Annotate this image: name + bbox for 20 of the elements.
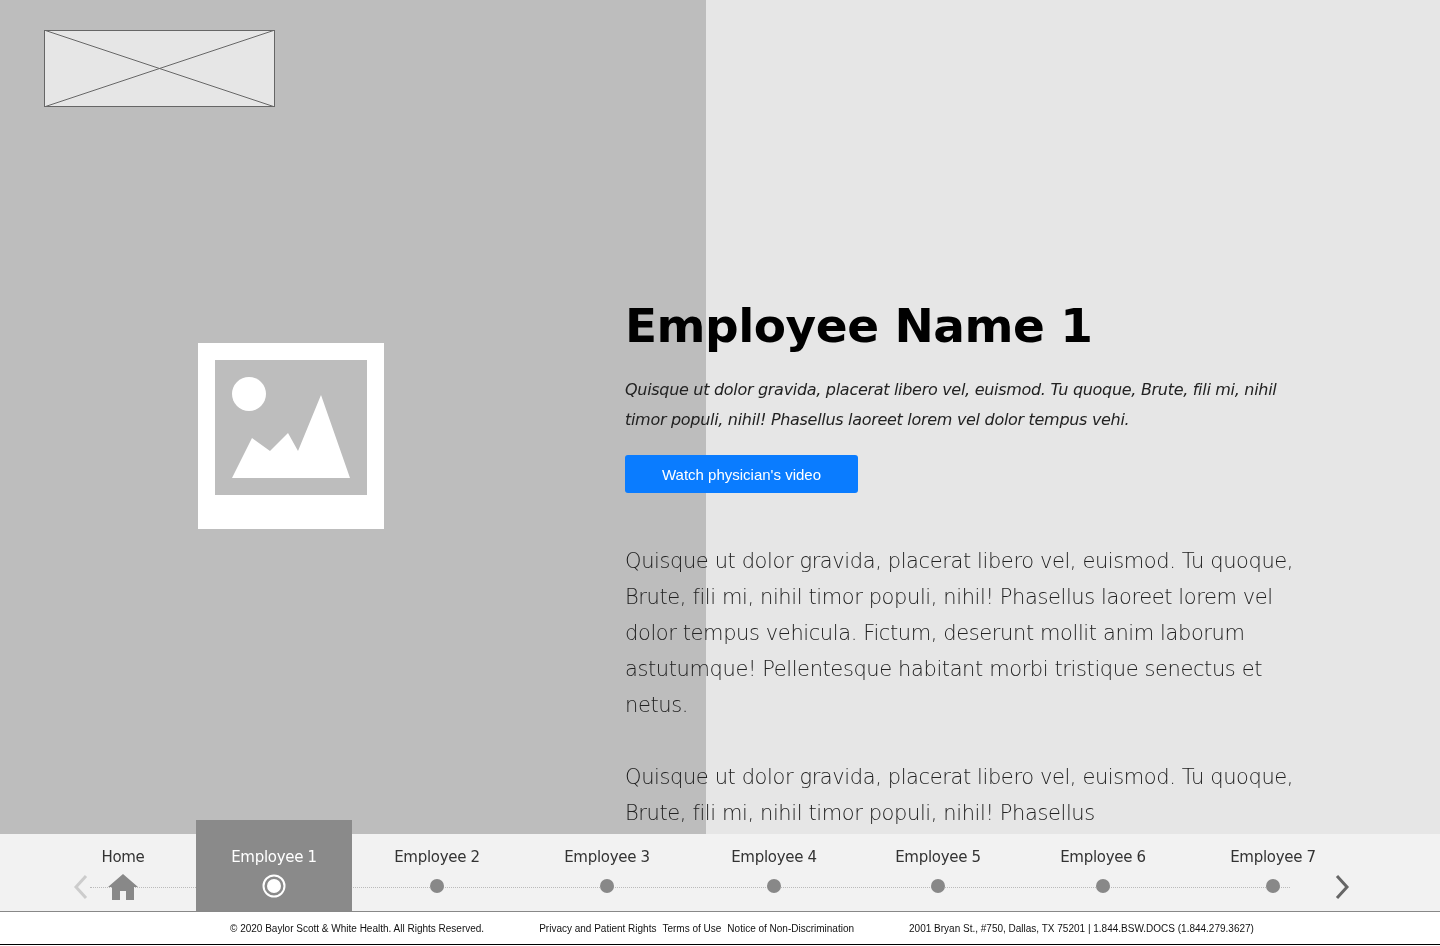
image-placeholder-icon: [198, 343, 384, 529]
nav-tab[interactable]: Home: [50, 834, 196, 911]
summary-text: Quisque ut dolor gravida, placerat libero vel, euismod. Tu quoque, Brute, fili mi, nihil timor populi, nihil! Phasellus laoreet lorem vel dolor tempus vehi.: [625, 379, 1278, 431]
watch-video-button[interactable]: Watch physician's video: [625, 455, 858, 493]
nav-tab[interactable]: Employee 6: [1020, 834, 1186, 911]
bio-paragraph: Quisque ut dolor gravida, placerat libero vel, euismod. Tu quoque, Brute, fili mi, nihil timor populi, nihil! Phasellus laoreet lorem vel dolor tempus vehicula. Fictum, deserunt mollit anim laborum astutumque! Pellentesque habitant morbi tristique senectus et netus.: [625, 548, 1295, 719]
bio-paragraph: Quisque ut dolor gravida, placerat libero vel, euismod. Tu quoque, Brute, fili mi, nihil timor populi, nihil! Phasellus: [625, 764, 1295, 827]
footer-link[interactable]: Terms of Use: [662, 922, 722, 934]
nav-tab[interactable]: Employee 4: [692, 834, 856, 911]
nav-tab[interactable]: Employee 7: [1186, 834, 1360, 911]
employee-name: Employee Name 1: [625, 298, 1094, 353]
nav-tab[interactable]: Employee 3: [522, 834, 692, 911]
footer-link[interactable]: Privacy and Patient Rights: [539, 922, 657, 934]
footer-link[interactable]: Notice of Non-Discrimination: [727, 922, 855, 934]
selected-dot-icon: [262, 874, 286, 898]
copyright-text: © 2020 Baylor Scott & White Health. All Rights Reserved.: [230, 922, 485, 934]
address-text: 2001 Bryan St., #750, Dallas, TX 75201 | 1.844.BSW.DOCS (1.844.279.3627): [909, 922, 1254, 934]
nav-tab[interactable]: Employee 5: [856, 834, 1020, 911]
home-icon: [108, 874, 138, 900]
nav-tab[interactable]: Employee 2: [352, 834, 522, 911]
